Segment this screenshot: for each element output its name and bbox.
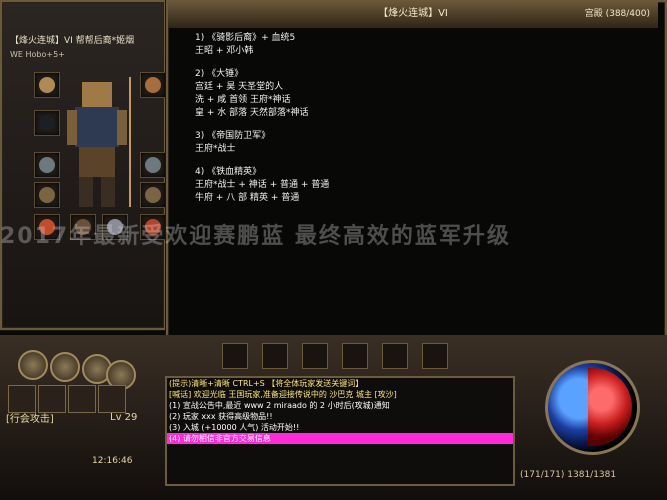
- overlay-banner-text: 2017年最新受欢迎赛鹏蓝 最终高效的蓝军升级: [0, 224, 511, 249]
- stat-line-3: 2) 《大锤》: [195, 69, 244, 79]
- stat-text-area: 1) 《骑影后裔》+ 血统5 王昭 + 邓小韩 2) 《大锤》 宫廷 + 昊 天…: [195, 30, 660, 335]
- stat-line-9: 4) 《铁血精英》: [195, 167, 262, 177]
- bracelet-right-slot[interactable]: [140, 152, 166, 178]
- stat-line-2: 王昭 + 邓小韩: [195, 46, 254, 56]
- left-hud-button-1[interactable]: [18, 350, 48, 380]
- stat-panel-top-right: 宫殿 (388/400): [584, 9, 650, 19]
- helmet-slot[interactable]: [140, 72, 166, 98]
- stat-line-7: 3) 《帝国防卫军》: [195, 131, 271, 141]
- left-hud-button-2[interactable]: [50, 352, 80, 382]
- chat-line-3: (1) 宣战公告中,最近 www 2 miraado 的 2 小时后(攻城)通知: [169, 401, 390, 410]
- bracelet-left-slot[interactable]: [34, 152, 60, 178]
- ring-left-slot[interactable]: [34, 182, 60, 208]
- chat-line-4: (2) 玩家 xxx 获得高级物品!!: [169, 412, 273, 421]
- left-hud-small-button-2[interactable]: [38, 385, 66, 413]
- chat-line-6: (4) 请勿相信非官方交易信息: [167, 433, 513, 444]
- quick-slot-1[interactable]: [222, 343, 248, 369]
- character-panel-title: 【烽火连城】VI 帮帮后裔*姬烟: [10, 36, 135, 46]
- left-hud-small-button-3[interactable]: [68, 385, 96, 413]
- quick-slot-4[interactable]: [342, 343, 368, 369]
- quick-slot-6[interactable]: [422, 343, 448, 369]
- stat-line-11: 牛府 + 八 部 精英 + 普通: [195, 193, 300, 203]
- stat-line-1: 1) 《骑影后裔》+ 血统5: [195, 33, 296, 43]
- left-hud-small-button-4[interactable]: [98, 385, 126, 413]
- time-label: 12:16:46: [92, 456, 133, 466]
- hero-armor-figure: [57, 72, 137, 212]
- stat-line-8: 王府*战士: [195, 144, 236, 154]
- weapon-slot[interactable]: [34, 110, 60, 136]
- chat-line-1: (提示)清晰+清晰 CTRL+S 【将全体玩家发送关键词】: [169, 379, 364, 388]
- left-hud-small-button-1[interactable]: [8, 385, 36, 413]
- chat-window[interactable]: (提示)清晰+清晰 CTRL+S 【将全体玩家发送关键词】 [喊话] 欢迎光临 …: [165, 376, 515, 486]
- stat-panel-title-bar: 【烽火连城】VI 宫殿 (388/400): [168, 0, 658, 28]
- quick-slot-5[interactable]: [382, 343, 408, 369]
- stat-line-6: 皇 + 水 部落 天然部落*神话: [195, 108, 309, 118]
- quick-slot-2[interactable]: [262, 343, 288, 369]
- level-label: Lv 29: [110, 412, 138, 423]
- mode-label: [行会攻击]: [6, 414, 54, 425]
- stat-line-5: 洗 + 咸 首领 王府*神话: [195, 95, 291, 105]
- chat-line-5: (3) 入城 (+10000 人气) 活动开始!!: [169, 423, 300, 432]
- necklace-slot[interactable]: [34, 72, 60, 98]
- stat-line-4: 宫廷 + 昊 天圣堂的人: [195, 82, 284, 92]
- ring-right-slot[interactable]: [140, 182, 166, 208]
- character-panel: 【烽火连城】VI 帮帮后裔*姬烟 WE Hobo+5+: [0, 0, 166, 330]
- stat-line-10: 王府*战士 + 神话 + 普通 + 普通: [195, 180, 330, 190]
- quick-slot-3[interactable]: [302, 343, 328, 369]
- status-coords: (171/171) 1381/1381: [520, 470, 617, 480]
- character-header-label: WE Hobo+5+: [10, 50, 65, 59]
- chat-line-2: [喊话] 欢迎光临 王国玩家,准备迎接传说中的 沙巴克 城主 [攻沙]: [169, 390, 397, 399]
